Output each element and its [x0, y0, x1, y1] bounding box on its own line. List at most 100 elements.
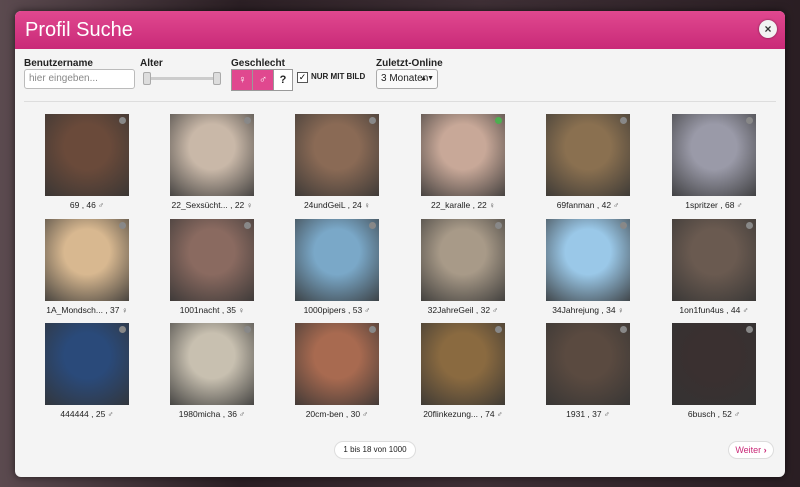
- male-icon: ♂: [95, 201, 105, 210]
- profile-card[interactable]: 1spritzer , 68 ♂: [672, 114, 756, 210]
- profile-card[interactable]: 20flinkezung... , 74 ♂: [421, 323, 505, 419]
- profile-photo[interactable]: [170, 114, 254, 196]
- profile-name[interactable]: 20cm-ben: [306, 409, 344, 419]
- profile-caption: 1spritzer , 68 ♂: [662, 200, 766, 210]
- profile-card[interactable]: 6busch , 52 ♂: [672, 323, 756, 419]
- only-with-picture-checkbox[interactable]: ✓: [297, 72, 308, 83]
- male-icon: ♂: [734, 201, 743, 210]
- profile-card[interactable]: 22_karalle , 22 ♀: [421, 114, 505, 210]
- profile-card[interactable]: 1A_Mondsch... , 37 ♀: [45, 219, 129, 315]
- next-page-button[interactable]: Weiter ›: [728, 441, 774, 459]
- profile-name[interactable]: 32JahreGeil: [428, 305, 474, 315]
- profile-name[interactable]: 1980micha: [179, 409, 221, 419]
- online-status-dot: [495, 117, 502, 124]
- profile-name[interactable]: 69: [70, 200, 79, 210]
- next-page-label: Weiter: [735, 445, 762, 455]
- profile-photo[interactable]: [45, 219, 129, 301]
- female-icon: ♀: [238, 74, 247, 86]
- profile-photo[interactable]: [295, 323, 379, 405]
- profile-photo[interactable]: [672, 219, 756, 301]
- profile-photo[interactable]: [546, 114, 630, 196]
- online-status-dot: [369, 222, 376, 229]
- profile-photo[interactable]: [672, 323, 756, 405]
- profile-age: 22: [234, 200, 245, 210]
- male-icon: ♂: [258, 74, 268, 86]
- profile-name[interactable]: 20flinkezung...: [423, 409, 478, 419]
- male-icon: ♂: [236, 410, 246, 419]
- profile-photo[interactable]: [672, 114, 756, 196]
- profile-photo[interactable]: [170, 323, 254, 405]
- profile-name[interactable]: 1931: [566, 409, 585, 419]
- gender-male-button[interactable]: ♂: [252, 69, 274, 91]
- profile-card[interactable]: 444444 , 25 ♂: [45, 323, 129, 419]
- profile-name[interactable]: 34Jahrejung: [552, 305, 599, 315]
- profile-photo[interactable]: [295, 114, 379, 196]
- profile-age: 35: [226, 305, 237, 315]
- caption-separator: ,: [594, 200, 602, 210]
- profile-age: 44: [730, 305, 741, 315]
- close-icon[interactable]: ×: [759, 20, 777, 38]
- gender-female-button[interactable]: ♀: [231, 69, 254, 91]
- question-icon: ?: [279, 74, 287, 86]
- profile-card[interactable]: 1931 , 37 ♂: [546, 323, 630, 419]
- profile-age: 32: [480, 305, 491, 315]
- profile-photo[interactable]: [421, 219, 505, 301]
- profile-name[interactable]: 1000pipers: [304, 305, 346, 315]
- profile-card[interactable]: 1000pipers , 53 ♂: [295, 219, 379, 315]
- profile-card[interactable]: 20cm-ben , 30 ♂: [295, 323, 379, 419]
- profile-card[interactable]: 24undGeiL , 24 ♀: [295, 114, 379, 210]
- profile-age: 22: [477, 200, 487, 210]
- username-input[interactable]: hier eingeben...: [24, 69, 135, 89]
- profile-card[interactable]: 69fanman , 42 ♂: [546, 114, 630, 210]
- female-icon: ♀: [615, 306, 624, 315]
- profile-name[interactable]: 69fanman: [557, 200, 595, 210]
- profile-photo[interactable]: [546, 323, 630, 405]
- profile-caption: 34Jahrejung , 34 ♀: [536, 305, 640, 315]
- online-status-dot: [119, 117, 126, 124]
- age-slider-min-handle[interactable]: [143, 72, 151, 85]
- profile-caption: 69fanman , 42 ♂: [536, 200, 640, 210]
- profile-photo[interactable]: [170, 219, 254, 301]
- profile-age: 42: [601, 200, 612, 210]
- profile-card[interactable]: 1980micha , 36 ♂: [170, 323, 254, 419]
- profile-card[interactable]: 1001nacht , 35 ♀: [170, 219, 254, 315]
- profile-photo[interactable]: [421, 114, 505, 196]
- age-slider-max-handle[interactable]: [213, 72, 221, 85]
- profile-name[interactable]: 444444: [60, 409, 88, 419]
- profile-name[interactable]: 24undGeiL: [304, 200, 345, 210]
- profile-age: 37: [110, 305, 120, 315]
- profile-age: 74: [485, 409, 495, 419]
- profile-photo[interactable]: [295, 219, 379, 301]
- last-online-select[interactable]: 3 Monaten ▲▼: [376, 69, 438, 89]
- profile-photo[interactable]: [45, 114, 129, 196]
- online-status-dot: [495, 222, 502, 229]
- gender-any-button[interactable]: ?: [273, 69, 293, 91]
- profile-card[interactable]: 22_Sexsücht... , 22 ♀: [170, 114, 254, 210]
- profile-name[interactable]: 22_karalle: [431, 200, 470, 210]
- profile-name[interactable]: 1on1fun4us: [679, 305, 723, 315]
- profile-card[interactable]: 69 , 46 ♂: [45, 114, 129, 210]
- profile-card[interactable]: 32JahreGeil , 32 ♂: [421, 219, 505, 315]
- profile-name[interactable]: 1001nacht: [180, 305, 220, 315]
- profile-photo[interactable]: [421, 323, 505, 405]
- profile-caption: 1931 , 37 ♂: [536, 409, 640, 419]
- profile-caption: 1on1fun4us , 44 ♂: [662, 305, 766, 315]
- age-slider-track[interactable]: [146, 77, 218, 80]
- profile-caption: 1A_Mondsch... , 37 ♀: [35, 305, 139, 315]
- filter-divider: [24, 101, 776, 102]
- profile-age: 46: [86, 200, 96, 210]
- profile-photo[interactable]: [546, 219, 630, 301]
- profile-name[interactable]: 1A_Mondsch...: [46, 305, 103, 315]
- female-icon: ♀: [361, 201, 371, 210]
- profile-name[interactable]: 1spritzer: [685, 200, 718, 210]
- profile-card[interactable]: 1on1fun4us , 44 ♂: [672, 219, 756, 315]
- modal-title: Profil Suche: [25, 19, 133, 41]
- online-status-dot: [369, 117, 376, 124]
- select-arrows-icon: ▲▼: [420, 75, 434, 82]
- profile-card[interactable]: 34Jahrejung , 34 ♀: [546, 219, 630, 315]
- profile-photo[interactable]: [45, 323, 129, 405]
- profile-name[interactable]: 22_Sexsücht...: [171, 200, 227, 210]
- profile-caption: 32JahreGeil , 32 ♂: [411, 305, 515, 315]
- profile-name[interactable]: 6busch: [688, 409, 715, 419]
- female-icon: ♀: [244, 201, 253, 210]
